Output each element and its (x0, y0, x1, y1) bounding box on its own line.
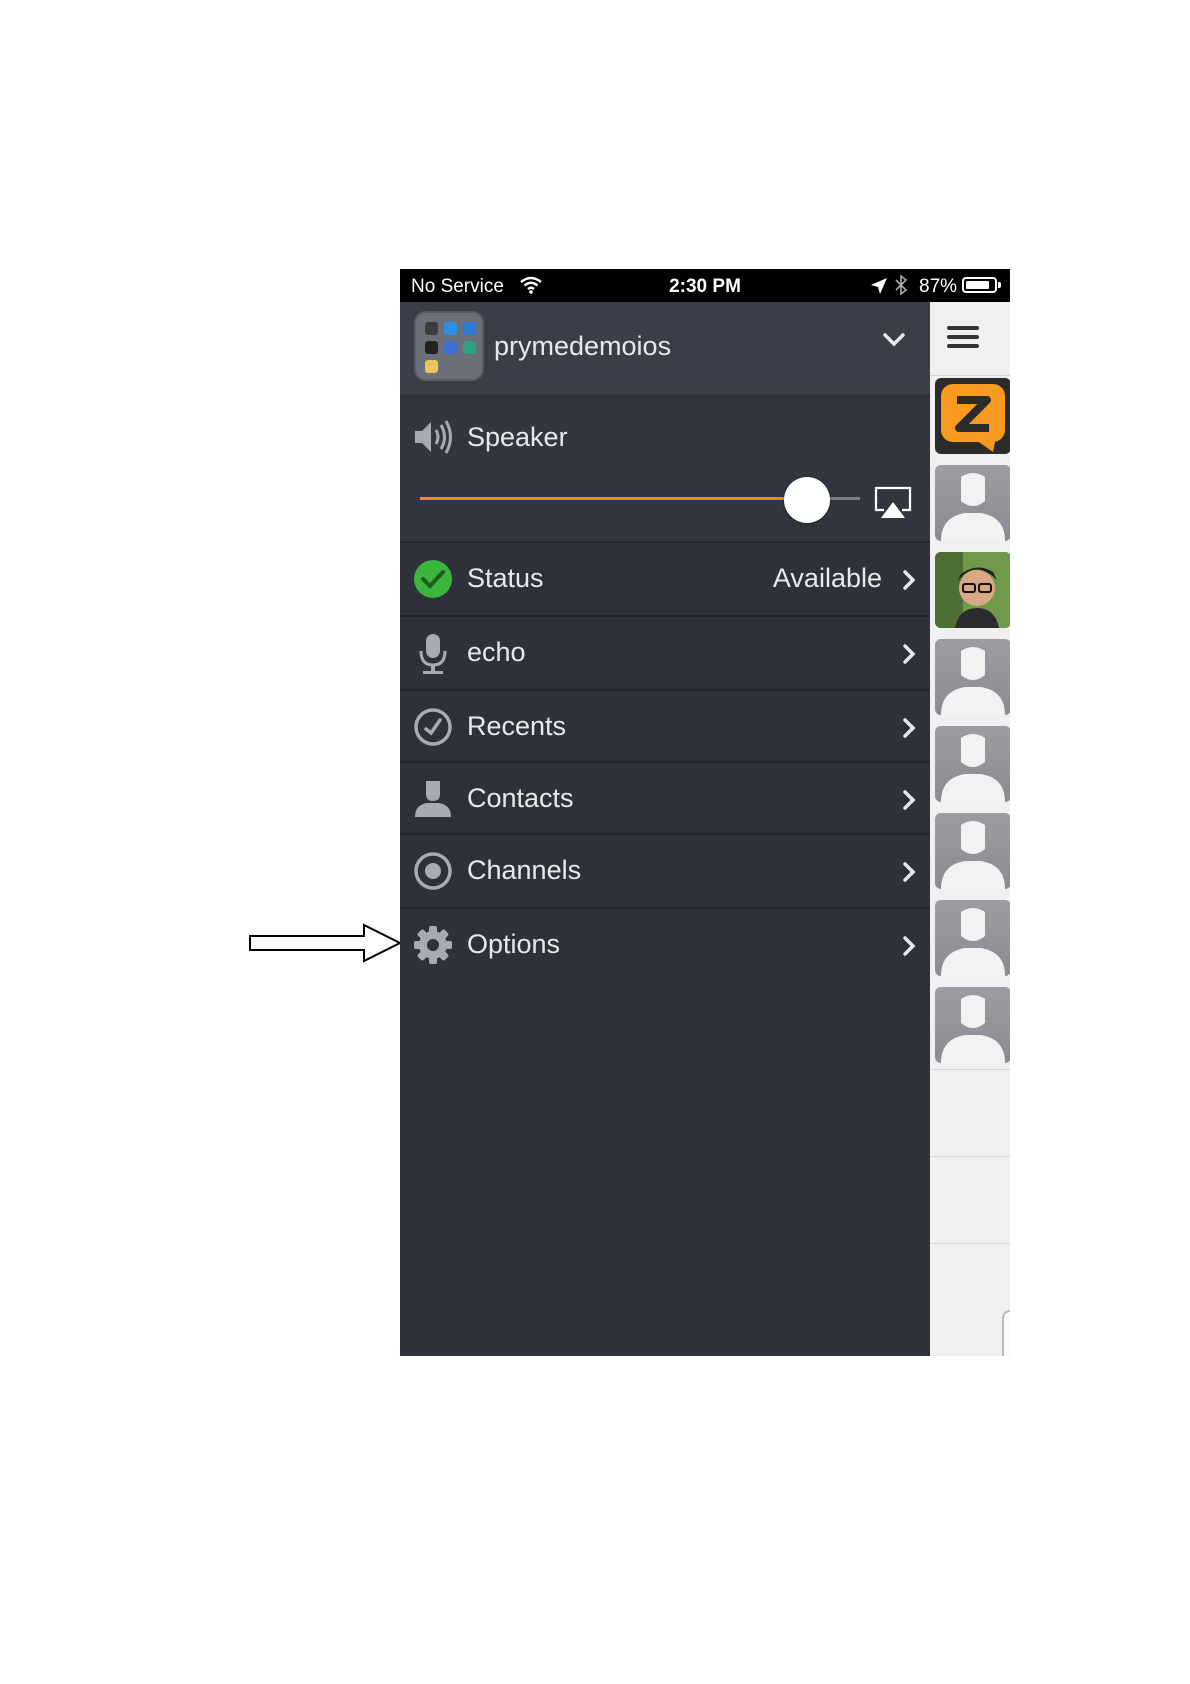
divider (930, 375, 1010, 376)
status-bar: No Service 2:30 PM 87% (400, 269, 1010, 302)
chevron-right-icon (902, 643, 916, 670)
menu-item-recents[interactable]: Recents (400, 689, 930, 761)
menu-item-channels[interactable]: Channels (400, 833, 930, 905)
account-selector[interactable]: prymedemoios (400, 302, 930, 394)
hamburger-menu-icon[interactable] (930, 302, 1010, 372)
person-icon (413, 779, 453, 819)
chevron-right-icon (902, 569, 916, 596)
chevron-right-icon (902, 789, 916, 816)
phone-screen: No Service 2:30 PM 87% prymedemoios Spea… (400, 269, 1010, 1356)
contact-avatar-photo[interactable] (935, 552, 1010, 628)
battery-icon (962, 277, 997, 293)
menu-item-echo[interactable]: echo (400, 615, 930, 687)
contact-avatar-default[interactable] (935, 900, 1010, 976)
menu-item-label: Options (467, 929, 561, 959)
clock-icon (413, 707, 453, 747)
annotation-arrow (249, 923, 402, 963)
contact-avatar-default[interactable] (935, 813, 1010, 889)
menu-item-label: Channels (467, 855, 582, 885)
status-value: Available (772, 563, 882, 593)
microphone-icon (413, 633, 453, 674)
speaker-section: Speaker (400, 398, 930, 541)
location-arrow-icon (870, 277, 888, 301)
menu-item-contacts[interactable]: Contacts (400, 761, 930, 833)
battery-tip (998, 282, 1001, 288)
divider (930, 1069, 1010, 1070)
channel-target-icon (413, 851, 453, 891)
zello-logo-icon[interactable] (935, 378, 1010, 454)
side-menu: prymedemoios Speaker Status Available ec… (400, 302, 930, 1356)
chevron-right-icon (902, 935, 916, 962)
divider (930, 1156, 1010, 1157)
speaker-label: Speaker (467, 422, 568, 452)
status-row[interactable]: Status Available (400, 541, 930, 613)
volume-slider[interactable] (420, 477, 860, 523)
airplay-icon[interactable] (874, 486, 912, 525)
battery-percent: 87% (919, 276, 958, 297)
contacts-strip (930, 302, 1010, 1356)
contact-avatar-default[interactable] (935, 726, 1010, 802)
scroll-handle[interactable] (1002, 1310, 1010, 1356)
chevron-down-icon[interactable] (882, 332, 906, 353)
chevron-right-icon (902, 861, 916, 888)
bluetooth-icon (894, 274, 908, 302)
divider (930, 1243, 1010, 1244)
menu-item-options[interactable]: Options (400, 907, 930, 979)
volume-knob[interactable] (784, 477, 830, 523)
volume-fill (420, 497, 807, 500)
chevron-right-icon (902, 717, 916, 744)
menu-item-label: echo (467, 637, 526, 667)
speaker-icon[interactable] (413, 418, 455, 461)
menu-item-label: Recents (467, 711, 567, 741)
app-folder-icon (414, 311, 484, 381)
gear-icon (413, 925, 453, 965)
checkmark-circle-icon (413, 559, 453, 599)
battery-level (966, 281, 989, 289)
menu-item-label: Contacts (467, 783, 574, 813)
status-label: Status (467, 563, 544, 593)
contact-avatar-default[interactable] (935, 987, 1010, 1063)
contact-avatar-default[interactable] (935, 639, 1010, 715)
contact-avatar-default[interactable] (935, 465, 1010, 541)
account-name: prymedemoios (494, 331, 672, 361)
